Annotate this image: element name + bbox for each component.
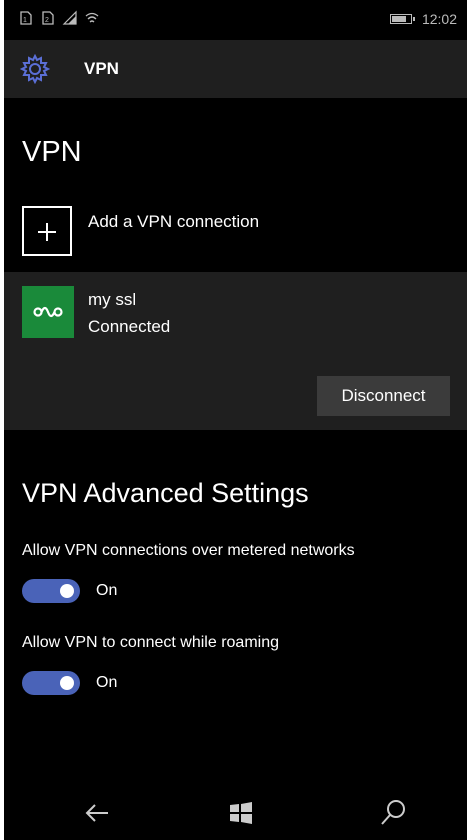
sim-card-icon: 2 (42, 11, 54, 25)
roaming-toggle-row: On (22, 670, 222, 696)
roaming-label: Allow VPN to connect while roaming (22, 634, 280, 651)
roaming-state: On (96, 674, 118, 691)
add-vpn-connection-label: Add a VPN connection (88, 212, 260, 231)
cellular-signal-icon (62, 10, 77, 25)
header-title: VPN (84, 59, 119, 78)
vpn-connection-status: Connected (88, 317, 171, 336)
metered-networks-state: On (96, 582, 118, 599)
metered-networks-toggle[interactable] (22, 579, 80, 603)
windows-start-icon[interactable] (224, 796, 258, 830)
vpn-link-icon (33, 306, 63, 318)
back-arrow-icon[interactable] (80, 796, 114, 830)
navigation-bar (4, 784, 467, 840)
advanced-settings-title: VPN Advanced Settings (22, 478, 309, 508)
plus-icon (22, 206, 72, 256)
add-vpn-connection-button[interactable]: Add a VPN connection (22, 206, 442, 262)
vpn-connection-item[interactable]: my ssl Connected Disconnect (4, 272, 467, 430)
svg-text:1: 1 (23, 17, 27, 24)
battery-level (391, 16, 407, 22)
battery-icon (389, 14, 415, 24)
roaming-toggle[interactable] (22, 671, 80, 695)
page-title: VPN (22, 136, 82, 168)
svg-text:2: 2 (45, 17, 49, 24)
metered-networks-label: Allow VPN connections over metered netwo… (22, 542, 355, 559)
metered-networks-toggle-row: On (22, 578, 222, 604)
phone-screen: 1 2 12:02 VPN VPN Add a VPN connection m… (4, 0, 467, 840)
toggle-knob (60, 676, 74, 690)
gear-icon[interactable] (20, 54, 50, 84)
vpn-connection-tile (22, 286, 74, 338)
toggle-knob (60, 584, 74, 598)
status-time: 12:02 (421, 11, 457, 27)
app-header: VPN (4, 40, 467, 98)
sim-card-icon: 1 (20, 11, 32, 25)
status-icons: 1 2 (18, 10, 100, 26)
disconnect-button[interactable]: Disconnect (317, 376, 450, 416)
wifi-icon (85, 12, 99, 23)
vpn-connection-name: my ssl (88, 290, 137, 309)
search-icon[interactable] (376, 796, 410, 830)
status-right: 12:02 (389, 11, 457, 27)
status-bar: 1 2 12:02 (4, 0, 467, 40)
